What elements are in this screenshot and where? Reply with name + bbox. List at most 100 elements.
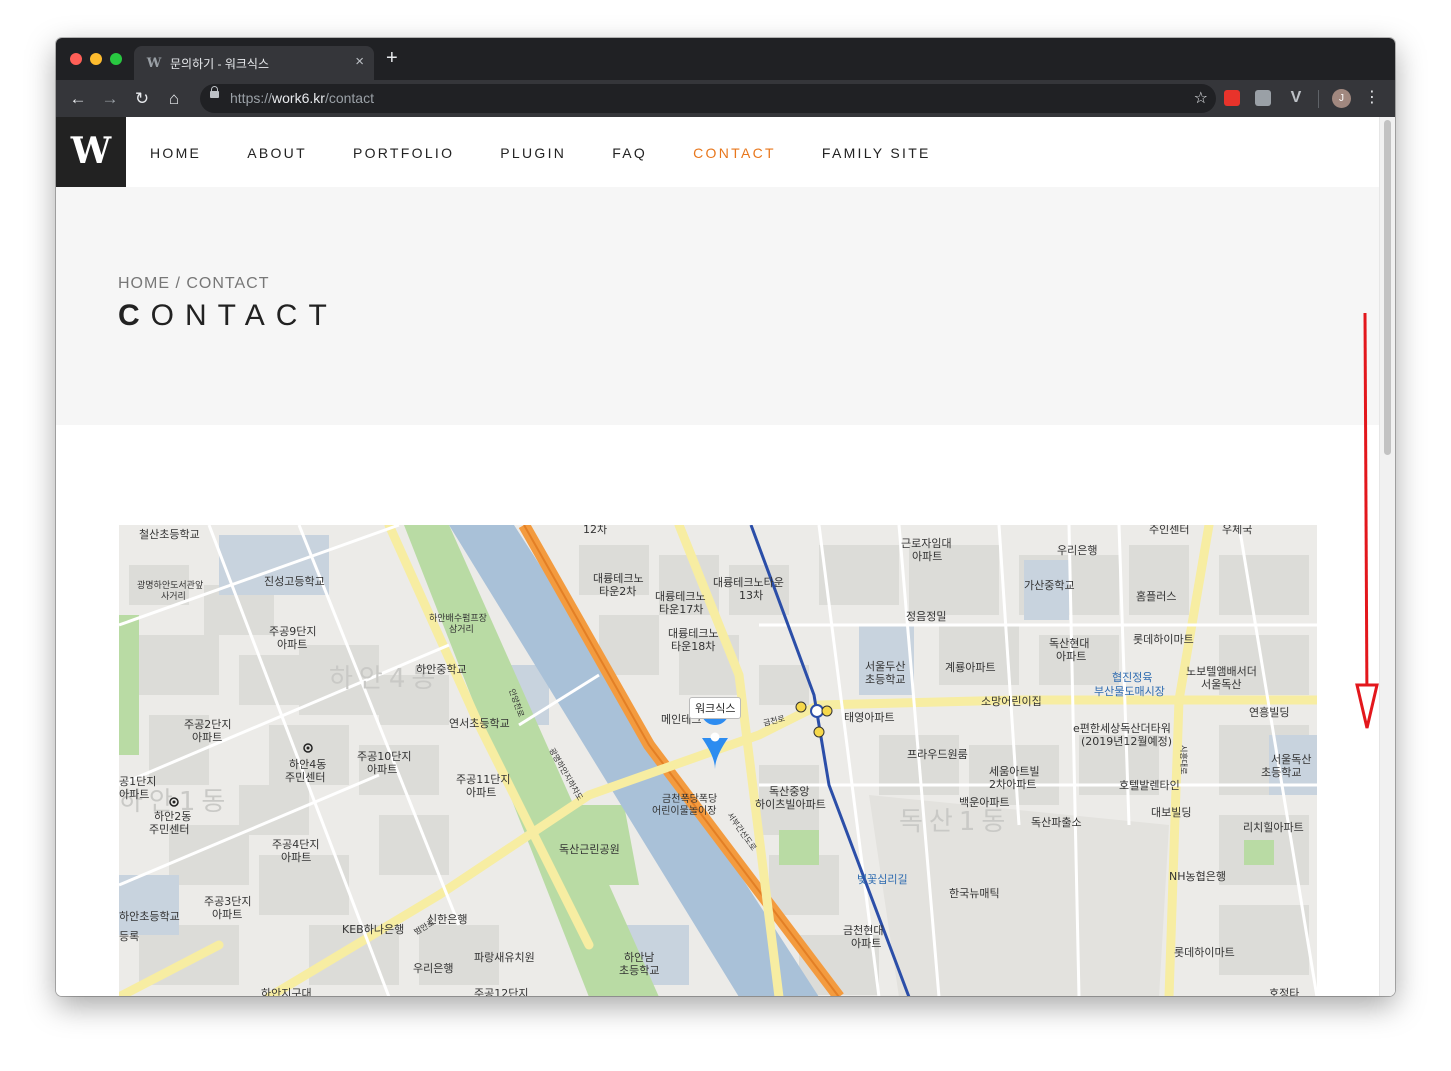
map-label: 아파트 xyxy=(281,851,311,864)
map-label: 태영아파트 xyxy=(844,711,895,724)
map-label: 주공11단지 xyxy=(456,773,510,786)
map-label: 13차 xyxy=(739,589,763,602)
main-nav: HOME ABOUT PORTFOLIO PLUGIN FAQ CONTACT … xyxy=(150,145,977,161)
map-label: 아파트 xyxy=(1056,650,1086,663)
map-label: 아파트 xyxy=(367,763,397,776)
page-scrollbar[interactable] xyxy=(1379,117,1395,996)
map-label: 백운아파트 xyxy=(959,796,1010,809)
map-label: 하안중학교 xyxy=(416,662,467,676)
map-label: 협진정육 xyxy=(1112,671,1152,684)
page-title-rest: ONTACT xyxy=(150,299,338,332)
map-label: 대륭테크노 xyxy=(593,572,644,585)
close-window-button[interactable] xyxy=(70,53,82,65)
vue-extension-icon[interactable]: V xyxy=(1288,90,1304,106)
map-label: 하안남 xyxy=(624,950,654,964)
nav-item-portfolio[interactable]: PORTFOLIO xyxy=(353,145,454,161)
map-label: 대륭테크노 xyxy=(668,627,719,640)
nav-item-home[interactable]: HOME xyxy=(150,145,201,161)
map-label: (2019년12월예정) xyxy=(1081,735,1172,748)
map-label: 정음정밀 xyxy=(906,610,946,623)
map-label: 하이츠빌아파트 xyxy=(755,797,826,811)
url-host: work6.kr xyxy=(272,90,325,106)
map-label: KEB하나은행 xyxy=(342,922,404,936)
map-label: 진성고등학교 xyxy=(264,575,325,588)
map-label: e편한세상독산더타워 xyxy=(1073,722,1171,735)
nav-item-plugin[interactable]: PLUGIN xyxy=(500,145,566,161)
map-label: 서울두산 xyxy=(865,660,905,673)
site-header: W HOME ABOUT PORTFOLIO PLUGIN FAQ CONTAC… xyxy=(56,117,1380,187)
map-label: 금천현대 xyxy=(843,923,883,937)
map-label: 벚꽃십리길 xyxy=(857,873,908,886)
map-label: 사거리 xyxy=(161,591,186,602)
map-label: 서울독산 xyxy=(1201,678,1241,691)
map-label: 타운2차 xyxy=(599,585,636,598)
map-label: 주공2단지 xyxy=(184,718,231,731)
map-label: 주공10단지 xyxy=(357,750,411,763)
nav-item-family-site[interactable]: FAMILY SITE xyxy=(822,145,931,161)
nav-item-contact[interactable]: CONTACT xyxy=(693,145,776,161)
minimize-window-button[interactable] xyxy=(90,53,102,65)
map-label: 한국뉴매틱 xyxy=(949,887,1000,900)
breadcrumb: HOME / CONTACT xyxy=(118,275,270,292)
page-scrollbar-thumb[interactable] xyxy=(1384,120,1391,455)
map-label: 초등학교 xyxy=(1261,766,1301,779)
map-label: 광명하안도서관앞 xyxy=(137,579,203,591)
zoom-window-button[interactable] xyxy=(110,53,122,65)
tab-title: 문의하기 - 워크식스 xyxy=(170,57,269,71)
map-label: 주인센터 xyxy=(1149,525,1189,536)
logo-mark: W xyxy=(70,130,112,172)
menu-kebab-icon[interactable]: ⋮ xyxy=(1364,88,1380,108)
tab-close-icon[interactable]: × xyxy=(355,53,364,70)
map-label: 독산현대 xyxy=(1049,637,1089,650)
map-label: 어린이물놀이장 xyxy=(652,805,716,817)
road-label: 시흥대로 xyxy=(1179,745,1189,774)
forward-icon[interactable]: → xyxy=(99,88,121,110)
tab-strip: W 문의하기 - 워크식스 × + xyxy=(56,38,1395,80)
map-label: 하안배수펌프장 xyxy=(429,612,487,624)
back-icon[interactable]: ← xyxy=(67,88,89,110)
home-icon[interactable]: ⌂ xyxy=(163,88,185,110)
map-label: 하안4동 xyxy=(289,757,326,771)
map-label: 12차 xyxy=(583,525,607,536)
map-label: 세움아트빌 xyxy=(989,765,1040,778)
page-viewport: W HOME ABOUT PORTFOLIO PLUGIN FAQ CONTAC… xyxy=(56,117,1395,996)
map-label: 독산파출소 xyxy=(1031,816,1082,829)
toolbar-divider xyxy=(1318,90,1319,108)
map-canvas: 하안4동 하안1동 독산1동 철산초등학교 진성고등학교 광명하안도서관앞 사거… xyxy=(119,525,1317,996)
nav-item-about[interactable]: ABOUT xyxy=(247,145,307,161)
nav-item-faq[interactable]: FAQ xyxy=(612,145,647,161)
browser-window: W 문의하기 - 워크식스 × + ← → ↻ ⌂ https://work6.… xyxy=(56,38,1395,996)
browser-tab[interactable]: W 문의하기 - 워크식스 × xyxy=(134,46,374,80)
profile-avatar[interactable]: J xyxy=(1332,89,1351,108)
map-label: 주민센터 xyxy=(285,771,325,784)
map-label: 하안지구대 xyxy=(261,986,312,996)
map-label: 등록 xyxy=(119,930,139,943)
map-label: 아파트 xyxy=(212,908,242,921)
site-logo[interactable]: W xyxy=(56,117,126,187)
location-map[interactable]: 하안4동 하안1동 독산1동 철산초등학교 진성고등학교 광명하안도서관앞 사거… xyxy=(119,525,1317,996)
map-label: 가산중학교 xyxy=(1024,579,1075,592)
bookmark-star-icon[interactable]: ☆ xyxy=(1194,88,1208,108)
reload-icon[interactable]: ↻ xyxy=(131,88,153,110)
url-text[interactable]: https://work6.kr/contact xyxy=(230,90,374,106)
map-label: 호정타 xyxy=(1269,987,1299,996)
map-label: NH농협은행 xyxy=(1169,870,1226,883)
map-label: 리치힐아파트 xyxy=(1243,821,1304,834)
map-label: 대륭테크노타운 xyxy=(713,576,784,589)
camera-extension-icon[interactable] xyxy=(1255,90,1271,106)
new-tab-button[interactable]: + xyxy=(386,48,398,68)
map-label: 주민센터 xyxy=(149,823,189,836)
url-scheme: https:// xyxy=(230,90,273,106)
browser-toolbar: ← → ↻ ⌂ https://work6.kr/contact ☆ V J ⋮ xyxy=(56,80,1395,117)
page-title: CONTACT xyxy=(118,299,338,333)
map-label: 롯데하이마트 xyxy=(1174,945,1235,959)
map-label: 아파트 xyxy=(277,638,307,651)
extension-red-icon[interactable] xyxy=(1224,90,1240,106)
map-label: 타운18차 xyxy=(671,640,715,653)
map-label: 삼거리 xyxy=(449,624,474,635)
map-label: 아파트 xyxy=(912,550,942,563)
tab-favicon-icon: W xyxy=(146,56,162,71)
map-label: 아파트 xyxy=(851,937,881,950)
address-bar[interactable]: https://work6.kr/contact ☆ xyxy=(200,84,1216,113)
map-label: 연서초등학교 xyxy=(449,717,510,730)
